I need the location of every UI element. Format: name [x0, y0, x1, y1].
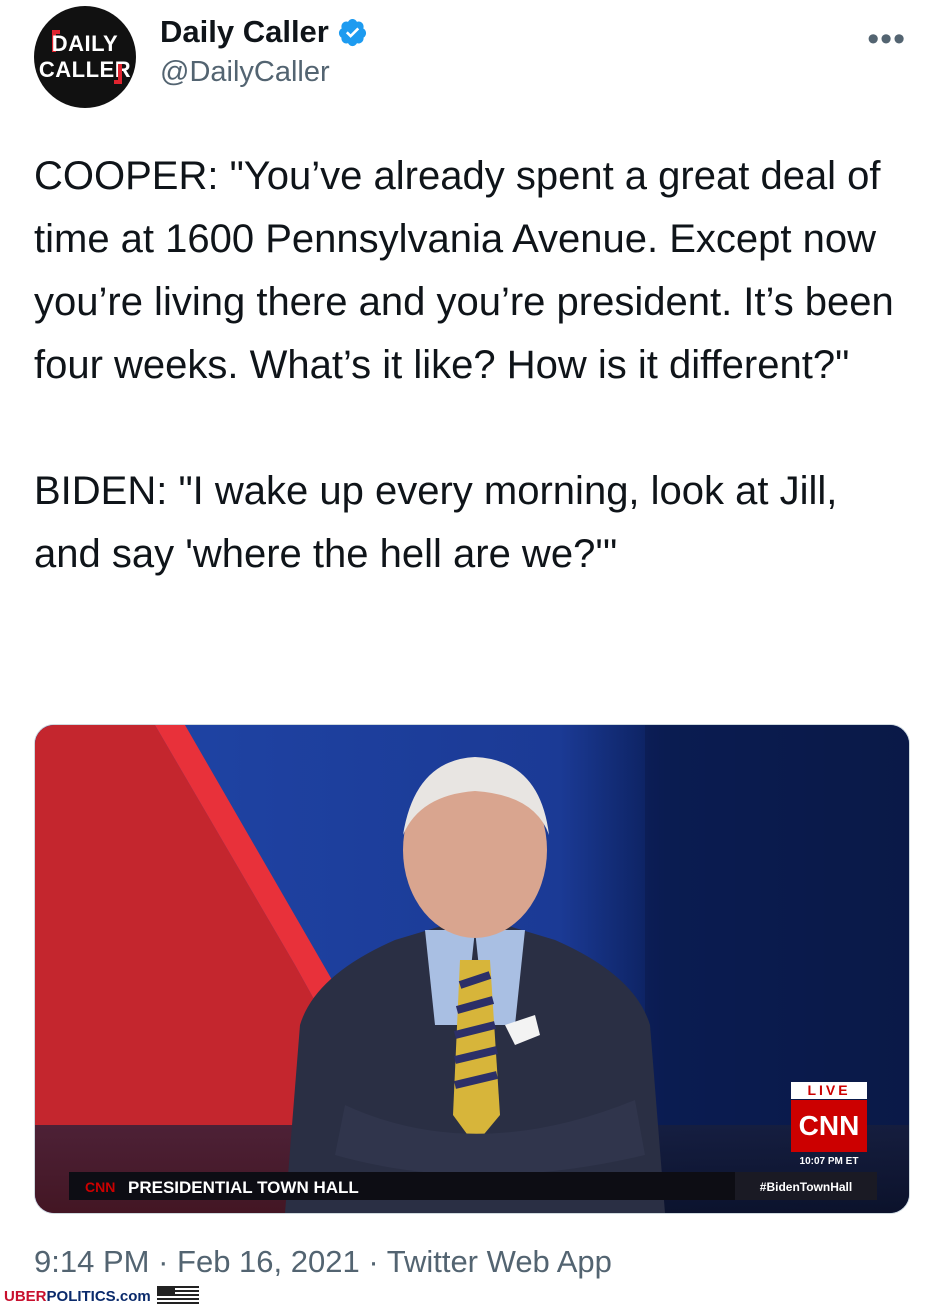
avatar-logo-line1: DAILY — [51, 31, 119, 56]
watermark-part1: UBER — [4, 1287, 47, 1305]
live-label: LIVE — [807, 1082, 850, 1098]
verified-badge-icon — [338, 18, 366, 46]
more-options-icon[interactable]: ••• — [867, 20, 906, 59]
tweet-time[interactable]: 9:14 PM — [34, 1244, 149, 1279]
watermark-part2: POLITICS.com — [46, 1287, 151, 1305]
tweet-timestamp-row: 9:14 PM · Feb 16, 2021 · Twitter Web App — [34, 1244, 612, 1280]
broadcast-time: 10:07 PM ET — [800, 1156, 859, 1167]
logo-bracket-bottom — [114, 64, 122, 84]
hashtag-label: #BidenTownHall — [760, 1180, 852, 1194]
lower-third-title: PRESIDENTIAL TOWN HALL — [128, 1178, 359, 1197]
account-handle[interactable]: @DailyCaller — [160, 56, 330, 89]
watermark: UBER POLITICS.com — [4, 1286, 199, 1306]
video-frame: LIVE CNN 10:07 PM ET CNN PRESIDENTIAL TO… — [35, 725, 909, 1213]
separator-dot: · — [149, 1244, 178, 1279]
profile-avatar[interactable]: DAILY CALLER — [34, 6, 136, 108]
tweet-media[interactable]: LIVE CNN 10:07 PM ET CNN PRESIDENTIAL TO… — [34, 724, 910, 1214]
separator-dot: · — [359, 1244, 387, 1279]
tweet-source[interactable]: Twitter Web App — [387, 1244, 612, 1279]
lower-third-cnn-logo: CNN — [85, 1179, 115, 1195]
tweet-date[interactable]: Feb 16, 2021 — [177, 1244, 360, 1279]
us-flag-icon — [156, 1286, 199, 1306]
tweet-text: COOPER: "You’ve already spent a great de… — [34, 154, 894, 576]
cnn-logo: CNN — [799, 1110, 860, 1141]
account-name[interactable]: Daily Caller — [160, 14, 329, 50]
account-name-row[interactable]: Daily Caller — [160, 14, 368, 50]
